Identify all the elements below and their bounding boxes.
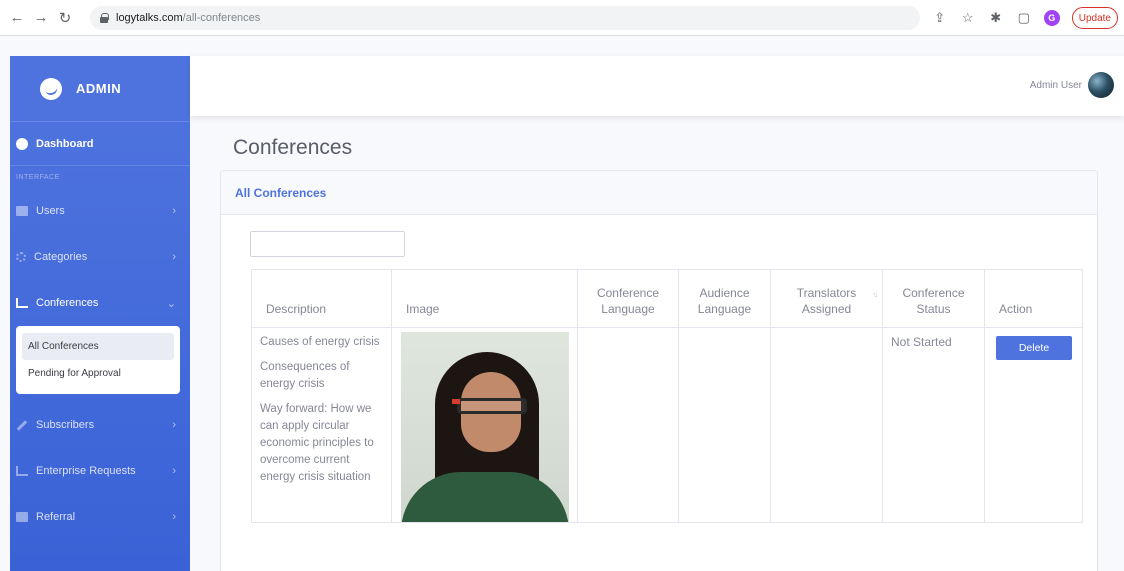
conferences-card: All Conferences Description Image Confer… <box>220 170 1098 571</box>
column-header-description[interactable]: Description <box>251 269 392 328</box>
back-icon[interactable]: ← <box>8 9 26 27</box>
forward-icon[interactable]: → <box>32 9 50 27</box>
sidebar-item-categories[interactable]: Categories › <box>10 234 190 280</box>
sidebar: ADMIN Dashboard INTERFACE Users › Catego… <box>10 56 190 571</box>
submenu-item-pending-approval[interactable]: Pending for Approval <box>22 360 174 387</box>
audience-language-cell <box>678 327 771 523</box>
column-header-image[interactable]: Image <box>391 269 578 328</box>
chevron-right-icon: › <box>172 511 176 523</box>
sidebar-item-label: Referral <box>36 511 76 523</box>
sidebar-item-enterprise-requests[interactable]: Enterprise Requests › <box>10 448 190 494</box>
chevron-right-icon: › <box>172 251 176 263</box>
card-title: All Conferences <box>235 185 327 200</box>
table-row: Causes of energy crisis Consequences of … <box>251 327 1083 523</box>
chart-icon <box>16 298 28 308</box>
sidebar-item-dashboard[interactable]: Dashboard <box>10 122 190 166</box>
status-text: Not Started <box>891 335 952 349</box>
sidebar-item-label: Subscribers <box>36 419 95 431</box>
dashboard-icon <box>16 137 28 150</box>
brand-text: ADMIN <box>76 81 122 96</box>
conferences-submenu: All Conferences Pending for Approval <box>16 326 180 394</box>
conference-language-cell <box>577 327 679 523</box>
column-header-conference-status[interactable]: Conference Status <box>882 269 985 328</box>
avatar[interactable] <box>1088 72 1114 98</box>
sidebar-item-label: Users <box>36 205 65 217</box>
topbar: Admin User <box>190 56 1124 116</box>
user-name[interactable]: Admin User <box>1030 80 1082 91</box>
url-path: /all-conferences <box>182 12 261 24</box>
description-line: Causes of energy crisis <box>260 336 380 348</box>
column-header-conference-language[interactable]: Conference Language <box>577 269 679 328</box>
description-cell: Causes of energy crisis Consequences of … <box>251 327 392 523</box>
column-header-action[interactable]: Action <box>984 269 1083 328</box>
star-icon[interactable]: ☆ <box>960 10 976 26</box>
card-header: All Conferences <box>221 171 1097 215</box>
speaker-photo <box>401 332 569 522</box>
status-cell: Not Started <box>882 327 985 523</box>
column-header-translators-assigned[interactable]: Translators Assigned ↑↓ <box>770 269 883 328</box>
sidebar-item-users[interactable]: Users › <box>10 188 190 234</box>
sidebar-item-referral[interactable]: Referral › <box>10 494 190 540</box>
image-cell <box>391 327 578 523</box>
description-line: Way forward: How we can apply circular e… <box>260 403 374 483</box>
sort-icon[interactable]: ↑↓ <box>872 287 878 303</box>
extensions-icon[interactable]: ✱ <box>988 10 1004 26</box>
lock-icon <box>100 13 109 23</box>
search-input[interactable] <box>250 231 405 257</box>
section-label: INTERFACE <box>16 173 60 181</box>
brand[interactable]: ADMIN <box>10 56 190 122</box>
sidepanel-icon[interactable]: ▢ <box>1016 10 1032 26</box>
chevron-right-icon: › <box>172 205 176 217</box>
sidebar-item-label: Conferences <box>36 297 99 309</box>
update-button[interactable]: Update <box>1071 7 1118 29</box>
column-header-audience-language[interactable]: Audience Language <box>678 269 771 328</box>
translators-assigned-cell <box>770 327 883 523</box>
page-title: Conferences <box>233 136 353 159</box>
conferences-table: Description Image Conference Language Au… <box>251 269 1083 523</box>
chart-icon <box>16 466 28 476</box>
table-header-row: Description Image Conference Language Au… <box>251 269 1083 328</box>
chevron-right-icon: › <box>172 419 176 431</box>
sidebar-item-label: Enterprise Requests <box>36 465 136 477</box>
sidebar-item-label: Categories <box>34 251 88 263</box>
share-icon[interactable]: ⇪ <box>932 10 948 26</box>
folder-icon <box>16 512 28 522</box>
smile-icon <box>37 75 65 102</box>
sidebar-item-conferences[interactable]: Conferences ⌄ <box>10 280 190 326</box>
delete-button[interactable]: Delete <box>996 336 1072 360</box>
column-header-label: Translators Assigned <box>796 286 857 316</box>
wrench-icon <box>16 419 28 431</box>
folder-icon <box>16 206 28 216</box>
submenu-item-all-conferences[interactable]: All Conferences <box>22 333 174 360</box>
gear-icon <box>16 252 26 262</box>
profile-avatar[interactable]: G <box>1043 10 1060 26</box>
description-line: Consequences of energy crisis <box>260 361 350 390</box>
url-host: logytalks.com <box>116 12 183 24</box>
address-bar[interactable]: logytalks.com/all-conferences <box>90 6 920 30</box>
action-cell: Delete <box>984 327 1083 523</box>
chevron-right-icon: › <box>172 465 176 477</box>
sidebar-item-subscribers[interactable]: Subscribers › <box>10 402 190 448</box>
chevron-down-icon: ⌄ <box>166 297 176 310</box>
reload-icon[interactable]: ↻ <box>56 9 74 27</box>
browser-toolbar: ← → ↻ logytalks.com/all-conferences ⇪ ☆ … <box>0 0 1124 36</box>
sidebar-item-label: Dashboard <box>36 137 94 150</box>
